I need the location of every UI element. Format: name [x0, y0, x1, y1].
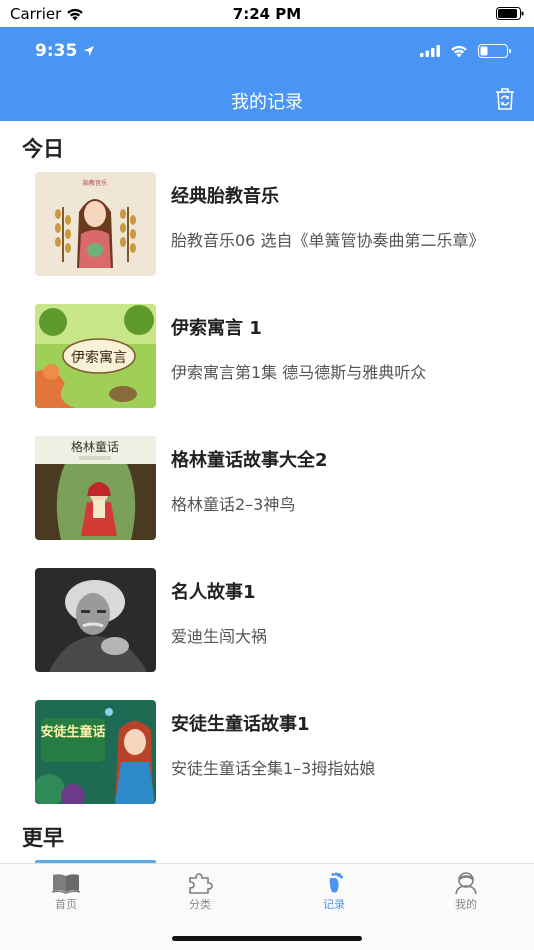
album-cover	[35, 568, 156, 672]
item-subtitle: 胎教音乐06 选自《单簧管协奏曲第二乐章》	[171, 231, 485, 250]
battery-icon	[496, 7, 524, 20]
item-title: 格林童话故事大全2	[171, 450, 328, 471]
item-subtitle: 伊索寓言第1集 德马德斯与雅典听众	[171, 363, 427, 382]
cover-text: 伊索寓言	[71, 349, 127, 366]
tab-category[interactable]: 分类	[160, 872, 240, 912]
cover-text: 格林童话	[71, 439, 119, 454]
wifi-icon	[451, 45, 467, 57]
album-cover: 伊索寓言	[35, 304, 156, 408]
album-cover: 胎教音乐	[35, 172, 156, 276]
inner-status-bar: 9:35	[0, 27, 534, 73]
clear-history-button[interactable]	[492, 85, 518, 111]
section-title-today: 今日	[22, 137, 64, 161]
tab-label: 分类	[189, 898, 211, 911]
item-title: 名人故事1	[171, 582, 256, 603]
item-subtitle: 爱迪生闯大祸	[171, 627, 268, 646]
cover-text: 安徒生童话	[40, 724, 105, 740]
battery-icon	[478, 44, 511, 58]
user-icon	[455, 872, 477, 894]
list-item[interactable]: 名人故事1 爱迪生闯大祸	[0, 568, 534, 674]
system-time: 7:24 PM	[232, 5, 302, 23]
cover-text: 胎教音乐	[83, 179, 107, 187]
list-item[interactable]: 伊索寓言 伊索寓言 1 伊索寓言第1集 德马德斯与雅典听众	[0, 304, 534, 410]
tab-home[interactable]: 首页	[26, 872, 106, 912]
location-arrow-icon	[84, 46, 95, 56]
tab-label: 首页	[55, 898, 77, 911]
tab-mine[interactable]: 我的	[426, 872, 506, 912]
inner-time: 9:35	[35, 41, 95, 61]
app-header: 9:35 我的记录	[0, 27, 534, 121]
inner-status-icons	[420, 44, 512, 58]
tab-label: 记录	[323, 898, 345, 911]
item-title: 经典胎教音乐	[171, 186, 279, 207]
puzzle-icon	[189, 873, 213, 894]
system-status-bar: Carrier 7:24 PM	[0, 0, 534, 27]
item-title: 安徒生童话故事1	[171, 714, 310, 735]
page-title: 我的记录	[231, 92, 303, 113]
list-item[interactable]: 格林童话 格林童话故事大全2 格林童话2–3神鸟	[0, 436, 534, 542]
item-title: 伊索寓言 1	[171, 318, 262, 339]
home-indicator	[172, 936, 362, 941]
book-icon	[51, 874, 81, 894]
item-subtitle: 格林童话2–3神鸟	[171, 495, 296, 514]
tab-records[interactable]: 记录	[294, 872, 374, 912]
section-title-earlier: 更早	[22, 826, 64, 850]
list-item[interactable]: 安徒生童话 安徒生童话故事1 安徒生童话全集1–3拇指姑娘	[0, 700, 534, 806]
item-subtitle: 安徒生童话全集1–3拇指姑娘	[171, 759, 376, 778]
signal-icon	[420, 45, 440, 57]
footprint-icon	[329, 872, 343, 893]
tab-label: 我的	[455, 898, 477, 911]
album-cover: 格林童话	[35, 436, 156, 540]
list-item[interactable]: 胎教音乐 经典胎教音乐 胎教音乐06 选自《单簧管协奏曲第二乐章》	[0, 172, 534, 278]
album-cover: 安徒生童话	[35, 700, 156, 804]
